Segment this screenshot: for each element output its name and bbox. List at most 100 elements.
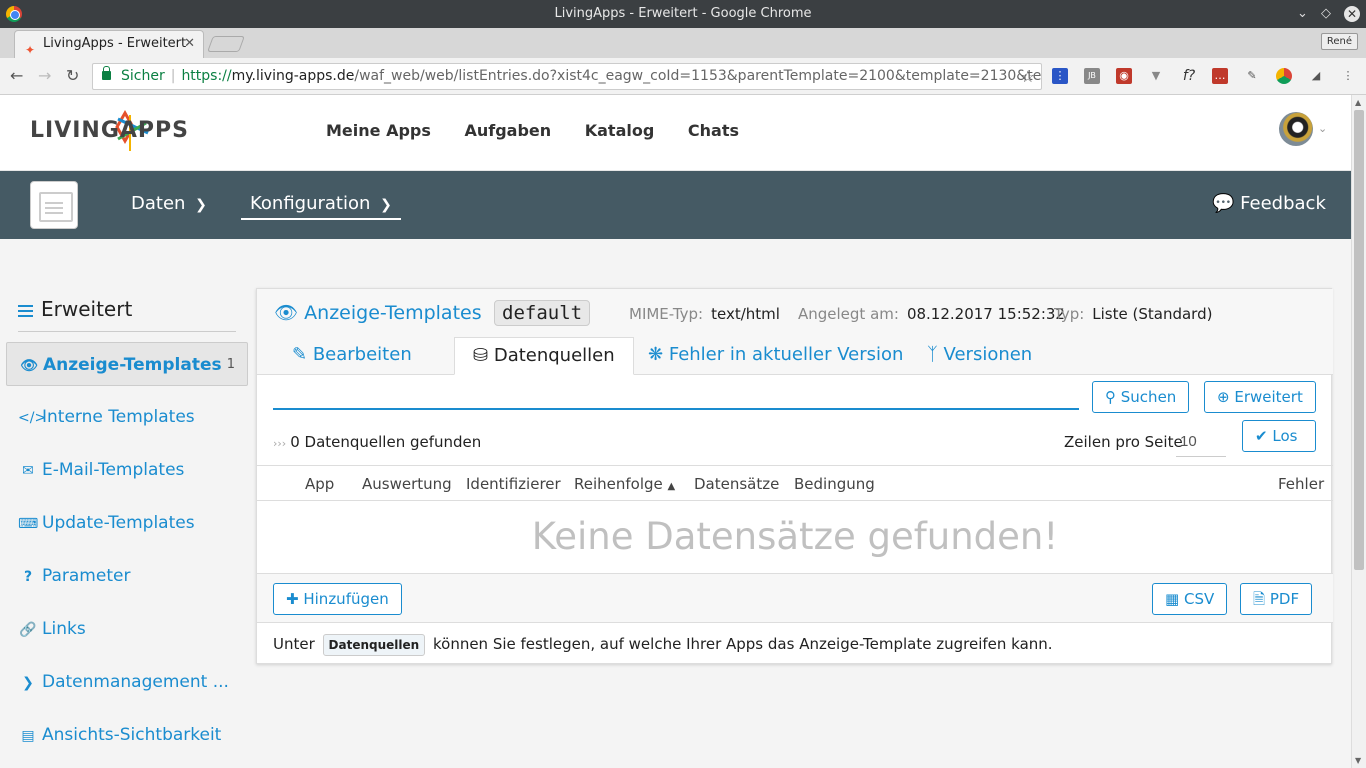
- column-identifizierer[interactable]: Identifizierer: [466, 475, 561, 493]
- template-type: Typ: Liste (Standard): [1054, 305, 1212, 323]
- forward-icon[interactable]: →: [38, 66, 51, 85]
- comment-icon: 💬: [1212, 193, 1235, 214]
- card-header: 👁 Anzeige-Templates default MIME-Typ: tex…: [257, 289, 1333, 375]
- sidebar-item-anzeige-templates[interactable]: 👁 Anzeige-Templates 1: [6, 342, 248, 386]
- app-bar: Daten ❯ Konfiguration ❯ 💬 Feedback: [0, 171, 1351, 239]
- extension-6-icon[interactable]: …: [1212, 68, 1228, 84]
- menu-daten[interactable]: Daten ❯: [131, 193, 207, 214]
- sidebar-item-count: 1: [226, 357, 235, 372]
- sidebar-item-label: Ansichts-Sichtbarkeit: [42, 725, 222, 745]
- check-icon: ✔: [1255, 427, 1268, 445]
- main-navigation: Meine Apps Aufgaben Katalog Chats: [326, 121, 767, 140]
- add-button[interactable]: ✚ Hinzufügen: [273, 583, 402, 615]
- browser-menu-icon[interactable]: ⋮: [1340, 68, 1356, 84]
- nav-meine-apps[interactable]: Meine Apps: [326, 121, 431, 140]
- column-reihenfolge[interactable]: Reihenfolge ▲: [574, 475, 675, 493]
- export-pdf-button[interactable]: 🗎 PDF: [1240, 583, 1313, 615]
- card-title[interactable]: 👁 Anzeige-Templates: [274, 301, 482, 324]
- pdf-button-label: PDF: [1269, 590, 1300, 608]
- search-button-label: Suchen: [1120, 388, 1177, 406]
- sidebar: Erweitert 👁 Anzeige-Templates 1 </>Intern…: [0, 239, 255, 768]
- app-icon[interactable]: [30, 181, 78, 229]
- sidebar-item-ansichts-sichtbarkeit[interactable]: ▤ Ansichts-Sichtbarkeit: [6, 713, 248, 757]
- tab-bearbeiten[interactable]: ✎ Bearbeiten: [274, 337, 430, 375]
- card-title-text: Anzeige-Templates: [304, 302, 482, 324]
- close-tab-icon[interactable]: ✕: [184, 31, 195, 57]
- hamburger-icon: [18, 309, 33, 312]
- export-csv-button[interactable]: ▦ CSV: [1152, 583, 1228, 615]
- extension-1-icon[interactable]: ⋮: [1052, 68, 1068, 84]
- maximize-icon[interactable]: ◇: [1321, 0, 1331, 28]
- search-plus-icon: ⊕: [1217, 388, 1230, 406]
- tab-datenquellen[interactable]: ⛁ Datenquellen: [454, 337, 634, 375]
- user-avatar[interactable]: [1279, 112, 1313, 146]
- jetbrains-extension-icon[interactable]: JB: [1084, 68, 1100, 84]
- column-auswertung[interactable]: Auswertung: [362, 475, 452, 493]
- eyedropper-extension-icon[interactable]: ✎: [1244, 68, 1260, 84]
- browser-toolbar: ← → ↻ Sicher | https://my.living-apps.de/w…: [0, 58, 1366, 95]
- sidebar-item-links[interactable]: 🔗 Links: [6, 607, 248, 651]
- chevron-down-icon: ❯: [195, 197, 207, 213]
- column-datensaetze[interactable]: Datensätze: [694, 475, 779, 493]
- new-tab-button[interactable]: [207, 36, 245, 52]
- secure-label: Sicher: [121, 68, 165, 84]
- page-scrollbar[interactable]: ▲ ▼: [1351, 95, 1366, 768]
- sidebar-item-datenmanagement[interactable]: ❯ Datenmanagement ...: [6, 660, 248, 704]
- go-button[interactable]: ✔ Los: [1242, 420, 1316, 452]
- go-button-label: Los: [1272, 427, 1298, 445]
- scroll-down-icon[interactable]: ▼: [1355, 756, 1361, 765]
- extension-9-icon[interactable]: ◢: [1308, 68, 1324, 84]
- scroll-up-icon[interactable]: ▲: [1355, 98, 1361, 107]
- nav-chats[interactable]: Chats: [688, 121, 739, 140]
- reload-icon[interactable]: ↻: [66, 66, 79, 85]
- column-fehler[interactable]: Fehler: [1278, 475, 1324, 493]
- search-icon: ⚲: [1105, 388, 1116, 406]
- chrome-extension-icon[interactable]: [1276, 68, 1292, 84]
- column-app[interactable]: App: [305, 475, 334, 493]
- search-input[interactable]: [273, 380, 1079, 410]
- tab-fehler[interactable]: ❋ Fehler in aktueller Version: [630, 337, 921, 375]
- sidebar-item-interne-templates[interactable]: </>Interne Templates: [6, 395, 248, 439]
- rows-per-page-input[interactable]: [1176, 427, 1226, 457]
- sidebar-item-email-templates[interactable]: ✉ E-Mail-Templates: [6, 448, 248, 492]
- formula-extension-icon[interactable]: f?: [1178, 68, 1200, 84]
- close-window-icon[interactable]: ✕: [1344, 6, 1360, 22]
- search-button[interactable]: ⚲ Suchen: [1092, 381, 1190, 413]
- advanced-search-button[interactable]: ⊕ Erweitert: [1204, 381, 1316, 413]
- bookmark-star-icon[interactable]: ☆: [1021, 64, 1035, 89]
- window-titlebar: LivingApps - Erweitert - Google Chrome ⌄…: [0, 0, 1366, 28]
- question-icon: ?: [23, 569, 33, 585]
- help-note-keyword: Datenquellen: [322, 634, 426, 656]
- feedback-button[interactable]: 💬 Feedback: [1212, 193, 1326, 214]
- tab-bearbeiten-label: Bearbeiten: [312, 344, 412, 365]
- template-type-label: Typ:: [1054, 305, 1085, 323]
- list-alt-icon: ▤: [21, 728, 35, 744]
- sort-asc-icon: ▲: [667, 481, 676, 492]
- envelope-icon: ✉: [22, 463, 34, 479]
- minimize-icon[interactable]: ⌄: [1297, 0, 1308, 28]
- extension-3-icon[interactable]: ◉: [1116, 68, 1132, 84]
- code-fork-icon: ᛉ: [927, 344, 938, 365]
- search-row: ⚲ Suchen ⊕ Erweitert: [257, 375, 1333, 421]
- browser-tab[interactable]: ✦ LivingApps - Erweitert ✕: [14, 30, 204, 58]
- chrome-logo-icon: [6, 6, 22, 22]
- column-bedingung[interactable]: Bedingung: [794, 475, 875, 493]
- created-at-label: Angelegt am:: [798, 305, 899, 323]
- menu-konfiguration[interactable]: Konfiguration ❯: [241, 193, 401, 220]
- chevron-down-icon[interactable]: ⌄: [1318, 122, 1327, 135]
- url-host: my.living-apps.de: [231, 68, 355, 84]
- vue-extension-icon[interactable]: ▼: [1148, 68, 1164, 84]
- nav-katalog[interactable]: Katalog: [585, 121, 655, 140]
- tab-versionen[interactable]: ᛉ Versionen: [909, 337, 1050, 375]
- results-count-text: 0 Datenquellen gefunden: [290, 433, 482, 451]
- back-icon[interactable]: ←: [10, 66, 23, 85]
- scrollbar-thumb[interactable]: [1354, 110, 1364, 570]
- lock-icon: [102, 66, 111, 80]
- tab-strip: ✦ LivingApps - Erweitert ✕ René: [0, 28, 1366, 58]
- nav-aufgaben[interactable]: Aufgaben: [464, 121, 551, 140]
- sidebar-item-parameter[interactable]: ? Parameter: [6, 554, 248, 598]
- address-bar[interactable]: Sicher | https://my.living-apps.de/waf_web…: [92, 63, 1042, 90]
- livingapps-logo[interactable]: LIVINGAPPS: [30, 105, 230, 155]
- profile-button[interactable]: René: [1320, 33, 1358, 50]
- sidebar-item-update-templates[interactable]: ⌨ Update-Templates: [6, 501, 248, 545]
